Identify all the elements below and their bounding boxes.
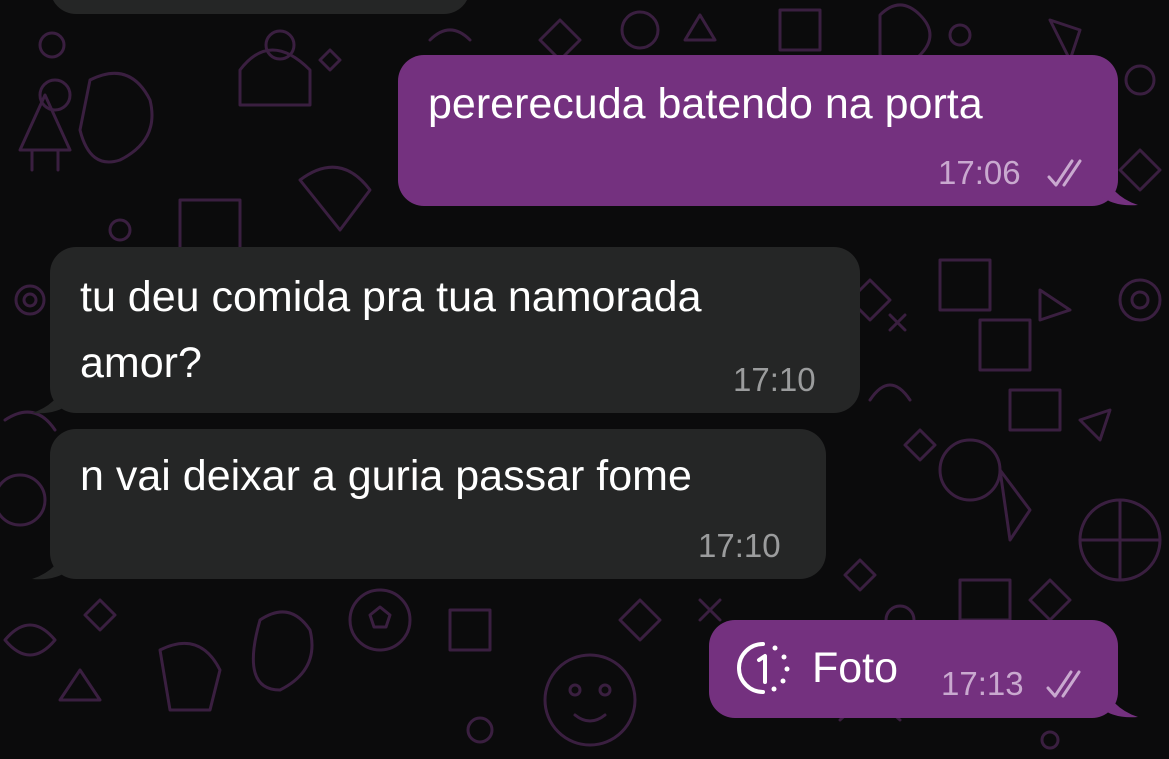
- outgoing-message-bubble[interactable]: pererecuda batendo na porta 17:06: [398, 55, 1118, 206]
- outgoing-photo-message-bubble[interactable]: Foto 17:13: [709, 620, 1118, 718]
- bubble-tail: [1100, 678, 1138, 718]
- message-time: 17:10: [733, 361, 816, 398]
- double-check-icon: [1046, 670, 1081, 698]
- view-once-icon[interactable]: [733, 638, 793, 698]
- photo-label: Foto: [812, 644, 899, 692]
- incoming-message-bubble-partial[interactable]: [50, 0, 470, 14]
- message-text: pererecuda batendo na porta: [428, 80, 983, 128]
- message-time: 17:06: [938, 154, 1021, 191]
- message-text: n vai deixar a guria passar fome: [80, 452, 692, 500]
- message-time: 17:10: [698, 527, 781, 564]
- bubble-tail: [1100, 166, 1138, 206]
- incoming-message-bubble[interactable]: n vai deixar a guria passar fome 17:10: [50, 429, 826, 579]
- incoming-message-bubble[interactable]: tu deu comida pra tua namorada amor? 17:…: [50, 247, 860, 413]
- double-check-icon: [1047, 159, 1082, 187]
- message-text-line: tu deu comida pra tua namorada: [80, 273, 702, 321]
- message-text-line: amor?: [80, 339, 202, 387]
- message-time: 17:13: [941, 665, 1024, 702]
